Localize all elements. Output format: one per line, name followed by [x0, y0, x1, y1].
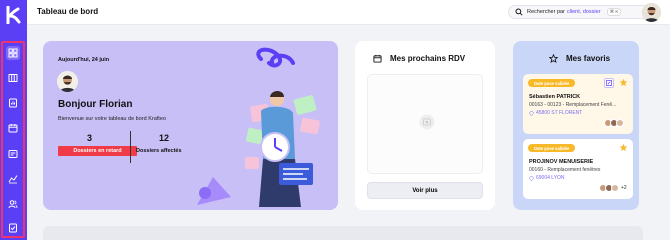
welcome-subtitle: Bienvenue sur votre tableau de bord Kraf… [58, 116, 166, 122]
sidebar-item-dashboard[interactable] [6, 46, 20, 60]
search-placeholder: Rechercher par [527, 9, 565, 15]
checklist-icon [9, 223, 17, 233]
user-avatar[interactable] [642, 3, 661, 22]
board-icon [8, 74, 18, 82]
stats-divider [130, 131, 131, 163]
top-header: Tableau de bord Rechercher par client, d… [27, 0, 670, 25]
sidebar-item-calendar[interactable] [6, 121, 20, 135]
avatar [616, 119, 624, 127]
search-icon [515, 8, 523, 16]
dashboard-icon [8, 48, 18, 58]
file-chart-icon [9, 98, 17, 108]
favorite-location-text: 69004 LYON [536, 175, 565, 181]
next-section-edge [43, 226, 643, 240]
sidebar-item-invoices[interactable] [6, 147, 20, 161]
appointments-card: Mes prochains RDV Voir plus [355, 41, 495, 210]
empty-image-icon [419, 114, 435, 130]
location-pin-icon [529, 175, 534, 181]
search-placeholder-accent: client, dossier [566, 9, 601, 15]
assigned-files-count: 12 [159, 133, 170, 143]
sidebar-item-files[interactable] [6, 96, 20, 110]
users-icon [8, 200, 18, 209]
favorites-header: Mes favoris [549, 54, 610, 63]
analytics-icon [8, 175, 18, 184]
sidebar-item-tasks[interactable] [6, 221, 20, 235]
favorite-location: 69004 LYON [529, 175, 565, 181]
favorite-item[interactable]: Date pose validée PROJINOV MENUISERIE 00… [523, 139, 633, 199]
invoice-icon [8, 150, 18, 158]
status-badge: Date pose validée [528, 79, 576, 87]
favorite-location-text: 45800 ST FLORENT [536, 110, 583, 116]
favorite-star-icon[interactable] [619, 143, 628, 152]
welcome-card: Aujourd'hui, 24 juin Bonjour Florian Bie… [43, 41, 338, 210]
appointments-header: Mes prochains RDV [373, 54, 465, 63]
greeting: Bonjour Florian [58, 99, 133, 110]
sidebar-item-board[interactable] [6, 71, 20, 85]
sidebar-item-users[interactable] [6, 197, 20, 211]
favorite-description: 00160 - Remplacement fenêtres [529, 167, 601, 173]
sidebar [0, 0, 27, 240]
calendar-icon [8, 124, 18, 133]
more-assignees-count: +2 [621, 185, 627, 191]
appointments-empty-state [367, 74, 483, 174]
late-files-count: 3 [87, 133, 93, 143]
sidebar-item-analytics[interactable] [6, 172, 20, 186]
favorite-star-icon[interactable] [619, 78, 628, 87]
status-badge: Date pose validée [528, 144, 576, 152]
calendar-icon [373, 54, 382, 63]
favorite-name: PROJINOV MENUISERIE [529, 159, 594, 165]
avatar [57, 71, 78, 92]
appointments-title: Mes prochains RDV [390, 54, 466, 63]
assignees [604, 119, 624, 127]
search-input[interactable]: Rechercher par client, dossier ⌘ K [508, 5, 658, 19]
favorite-item[interactable]: Date pose validée Sébastien PATRICK 0016… [523, 74, 633, 134]
assignees: +2 [599, 184, 627, 192]
avatar [611, 184, 619, 192]
page-title: Tableau de bord [37, 7, 99, 16]
open-file-icon [606, 80, 612, 86]
favorite-name: Sébastien PATRICK [529, 94, 581, 100]
star-outline-icon [549, 54, 558, 63]
location-pin-icon [529, 110, 534, 116]
open-file-button[interactable] [604, 78, 614, 88]
krafteo-logo[interactable] [5, 5, 22, 25]
favorite-description: 00163 - 00123 - Remplacement Fenê... [529, 102, 617, 108]
favorites-card: Mes favoris Date pose validée Sébastien … [513, 41, 639, 210]
welcome-illustration [197, 47, 320, 207]
late-files-badge[interactable]: Dossiers en retard [58, 146, 137, 156]
favorite-location: 45800 ST FLORENT [529, 110, 582, 116]
assigned-files-label[interactable]: Dossiers affectés [136, 148, 182, 154]
today-date: Aujourd'hui, 24 juin [58, 57, 110, 63]
see-more-button[interactable]: Voir plus [367, 182, 483, 199]
search-shortcut: ⌘ K [606, 8, 622, 16]
favorites-title: Mes favoris [566, 54, 611, 63]
